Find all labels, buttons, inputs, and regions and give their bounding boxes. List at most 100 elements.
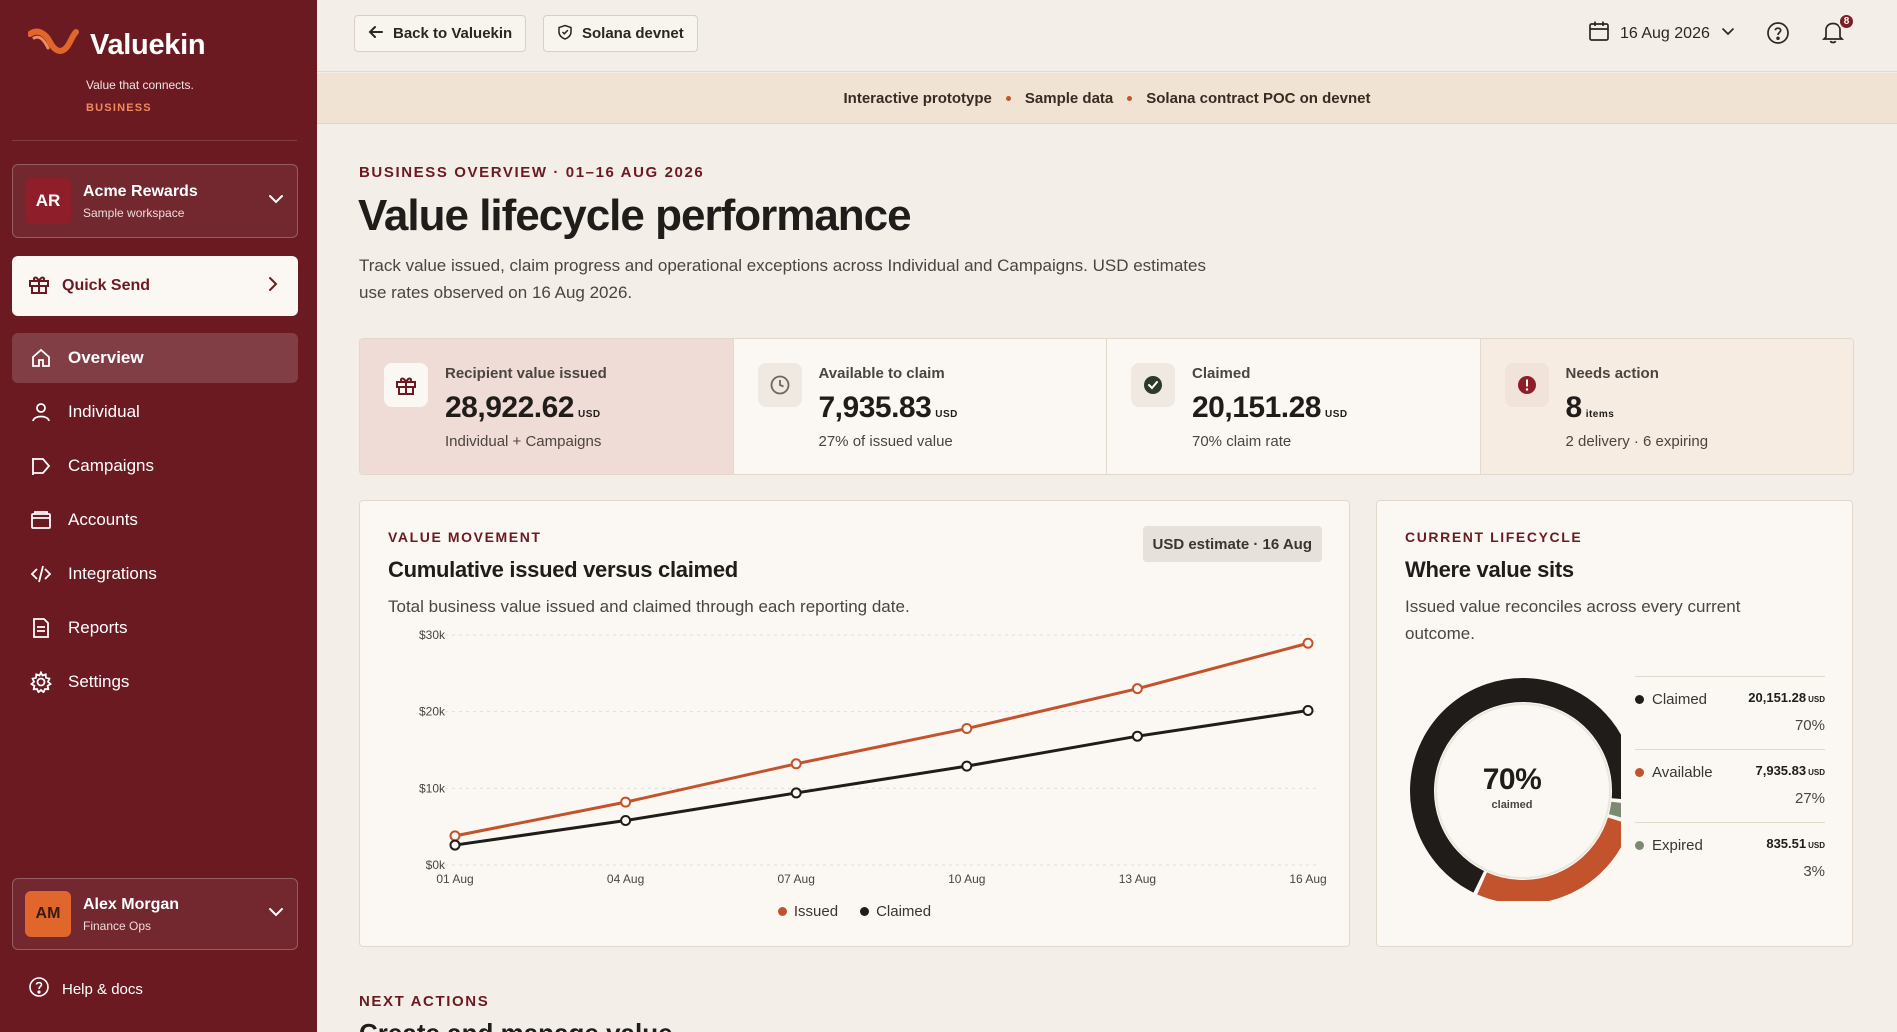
kpi-label: Claimed [1192,365,1251,382]
legend-item-claimed[interactable]: Claimed [860,903,931,920]
lifecycle-value: 7,935.83 USD [1756,763,1826,778]
lifecycle-amount: 20,151.28 [1748,690,1807,705]
brand-logo[interactable]: Valuekin [27,26,206,65]
user-name: Alex Morgan [83,895,180,913]
home-icon [30,347,52,369]
banner-separator [1127,95,1133,101]
card-title: Where value sits [1405,557,1574,582]
lifecycle-pct: 27% [1794,790,1825,807]
sidebar-item-integrations[interactable]: Integrations [12,549,298,599]
data-point-issued [1131,683,1143,695]
lifecycle-name: Available [1635,764,1713,781]
kpi-label: Available to claim [818,365,945,382]
data-point-claimed [1131,730,1143,742]
sidebar-item-campaigns[interactable]: Campaigns [12,441,298,491]
data-point-claimed [790,787,802,799]
lifecycle-value: 20,151.28 USD [1748,690,1825,705]
banner-item: Solana contract POC on devnet [1146,89,1371,107]
data-point-issued [1302,637,1314,649]
kpi-label: Recipient value issued [445,365,607,382]
kpi-unit: USD [577,409,601,420]
lifecycle-label: Claimed [1652,691,1708,708]
help-button[interactable] [1766,21,1790,50]
x-tick-label: 01 Aug [436,872,473,886]
valuekin-logo-icon [27,26,82,65]
lifecycle-unit: USD [1808,841,1825,850]
sidebar-item-label: Campaigns [68,456,154,475]
data-point-claimed [449,839,461,851]
sidebar-item-label: Individual [68,402,140,421]
network-button[interactable]: Solana devnet [543,15,698,52]
data-point-issued [449,830,461,842]
data-point-claimed [620,815,632,827]
legend-item-issued[interactable]: Issued [777,903,838,920]
lifecycle-unit: USD [1808,695,1825,704]
list-item[interactable]: Claimed 20,151.28 USD 70% [1635,676,1825,749]
list-item[interactable]: Available 7,935.83 USD 27% [1635,749,1825,822]
list-item[interactable]: Expired 835.51 USD 3% [1635,822,1825,895]
x-tick-label: 07 Aug [778,872,815,886]
back-button[interactable]: Back to Valuekin [354,15,527,52]
date-label: 16 Aug 2026 [1620,24,1710,42]
status-swatch [1635,695,1644,704]
megaphone-icon [30,455,52,477]
workspace-switcher[interactable]: AR Acme Rewards Sample workspace [12,164,298,238]
lifecycle-card: CURRENT LIFECYCLE Where value sits Issue… [1376,500,1853,947]
series-line-issued [454,641,1309,838]
help-docs-link[interactable]: Help & docs [28,976,143,1002]
banner-separator [1005,95,1011,101]
document-icon [30,617,52,639]
sidebar-item-label: Accounts [68,510,138,529]
lifecycle-pct: 3% [1803,863,1825,880]
kpi-unit: items [1585,409,1615,420]
lifecycle-label: Available [1652,764,1713,781]
kpi-value: 28,922.62 USD [445,391,601,425]
workspace-avatar: AR [25,178,71,224]
sidebar-item-reports[interactable]: Reports [12,603,298,653]
x-tick-label: 13 Aug [1119,872,1156,886]
kpi-sub: 70% claim rate [1192,433,1292,450]
quick-send-button[interactable]: Quick Send [12,256,298,316]
data-point-claimed [961,760,973,772]
sidebar-nav: Overview Individual Campaigns Accounts I… [12,333,298,711]
user-menu[interactable]: AM Alex Morgan Finance Ops [12,878,298,950]
sidebar-item-accounts[interactable]: Accounts [12,495,298,545]
line-chart: $0k $10k $20k $30k 01 Aug 04 Aug 07 Aug 10 Aug 1… [419,628,1327,886]
kpi-issued[interactable]: Recipient value issued 28,922.62 USD Indi… [360,339,734,474]
kpi-claimed[interactable]: Claimed 20,151.28 USD 70% claim rate [1107,339,1481,474]
kpi-number: 20,151.28 [1192,391,1321,424]
legend-swatch [777,907,787,916]
quick-send-label: Quick Send [62,277,151,294]
lifecycle-label: Expired [1652,837,1703,854]
network-label: Solana devnet [582,25,684,42]
card-description: Issued value reconciles across every cur… [1405,597,1741,643]
legend-swatch [860,907,870,916]
clock-icon [757,363,802,407]
notifications-button[interactable]: 8 [1821,13,1855,50]
sidebar-item-label: Settings [68,672,130,691]
sidebar-item-overview[interactable]: Overview [12,333,298,383]
date-picker[interactable]: 16 Aug 2026 [1588,20,1736,47]
kpi-available[interactable]: Available to claim 7,935.83 USD 27% of is… [734,339,1107,474]
sidebar-item-settings[interactable]: Settings [12,657,298,707]
value-movement-card: VALUE MOVEMENT Cumulative issued versus … [359,500,1350,947]
data-point-issued [790,758,802,770]
kpi-sub: Individual + Campaigns [445,433,602,450]
chevron-right-icon [264,275,282,298]
workspace-name: Acme Rewards [83,182,198,200]
banner-item: Interactive prototype [843,89,992,107]
back-button-label: Back to Valuekin [393,25,513,42]
page-title: Value lifecycle performance [358,191,912,240]
wallet-icon [30,509,52,531]
workspace-sub: Sample workspace [83,205,185,220]
shield-icon [557,24,573,44]
x-tick-label: 04 Aug [607,872,644,886]
sidebar-item-individual[interactable]: Individual [12,387,298,437]
lifecycle-pct: 70% [1794,717,1825,734]
kpi-number: 7,935.83 [818,391,932,424]
kpi-unit: USD [935,409,958,420]
kpi-needs-action[interactable]: Needs action 8 items 2 delivery · 6 expir… [1480,339,1853,474]
sidebar: Valuekin Value that connects. BUSINESS A… [0,0,317,1032]
gear-icon [30,671,52,693]
status-swatch [1635,768,1644,777]
